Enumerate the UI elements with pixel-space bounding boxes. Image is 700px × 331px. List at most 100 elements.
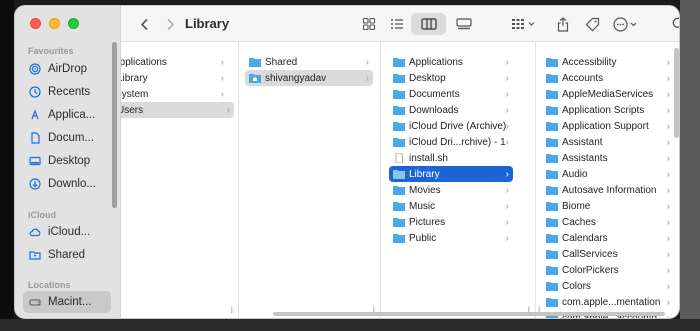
sidebar-item-shared[interactable]: Shared <box>23 244 111 266</box>
column-view-button[interactable] <box>419 13 439 35</box>
file-icon <box>393 153 405 163</box>
column-resize-handle[interactable]: || <box>230 307 232 314</box>
chevron-right-icon: › <box>505 184 509 196</box>
list-item[interactable]: Assistants › <box>546 150 670 166</box>
item-label: Applications <box>121 56 167 68</box>
gallery-view-button[interactable] <box>453 13 475 35</box>
chevron-right-icon: › <box>666 232 670 244</box>
list-item[interactable]: Calendars › <box>546 230 670 246</box>
home-folder-icon <box>249 73 261 83</box>
list-item[interactable]: Autosave Information › <box>546 182 670 198</box>
sidebar-item-downloads[interactable]: Downlo... <box>23 173 111 195</box>
list-item-selected[interactable]: Users › <box>121 102 234 118</box>
sidebar-item-label: Downlo... <box>48 178 96 190</box>
list-item[interactable]: iCloud Drive (Archive) › <box>389 118 513 134</box>
list-item[interactable]: CallServices › <box>546 246 670 262</box>
item-label: Assistants <box>562 152 608 164</box>
item-label: Documents <box>409 88 460 100</box>
shared-folder-icon <box>29 249 41 261</box>
column-scrollbar[interactable] <box>674 48 679 138</box>
list-item[interactable]: System › <box>121 86 224 102</box>
list-item-selected[interactable]: shivangyadav › <box>245 70 373 86</box>
list-item[interactable]: Documents › <box>389 86 513 102</box>
folder-icon <box>546 121 558 131</box>
back-button[interactable] <box>135 13 153 35</box>
list-view-button[interactable] <box>387 13 407 35</box>
sidebar-item-desktop[interactable]: Desktop <box>23 150 111 172</box>
list-item[interactable]: Pictures › <box>389 214 513 230</box>
list-item[interactable]: Applications › <box>121 54 224 70</box>
item-label: Accessibility <box>562 56 617 68</box>
icon-view-button[interactable] <box>359 13 379 35</box>
sidebar-item-recents[interactable]: Recents <box>23 81 111 103</box>
list-item[interactable]: Application Scripts › <box>546 102 670 118</box>
list-item[interactable]: install.sh <box>389 150 513 166</box>
list-item[interactable]: Accounts › <box>546 70 670 86</box>
column-users: Shared › shivangyadav › || <box>239 42 381 318</box>
sidebar-item-applications[interactable]: Applica... <box>23 104 111 126</box>
list-item[interactable]: Applications › <box>389 54 513 70</box>
cloud-icon <box>29 226 41 238</box>
background-bottom <box>0 319 700 331</box>
item-label: Movies <box>409 184 441 196</box>
chevron-right-icon: › <box>666 296 670 308</box>
chevron-right-icon: › <box>505 56 509 68</box>
sidebar-scrollbar[interactable] <box>112 42 117 208</box>
list-item[interactable]: Shared › <box>245 54 373 70</box>
sidebar-item-label: Recents <box>48 86 91 98</box>
sidebar-item-icloud-drive[interactable]: iCloud... <box>23 221 111 243</box>
list-item[interactable]: Biome › <box>546 198 670 214</box>
list-item[interactable]: Downloads › <box>389 102 513 118</box>
list-item-selected[interactable]: Library › <box>389 166 513 182</box>
list-item[interactable]: Public › <box>389 230 513 246</box>
column-library: Accessibility › Accounts › AppleMediaService… <box>536 42 679 318</box>
minimize-button[interactable] <box>49 18 60 29</box>
list-item[interactable]: ColorPickers › <box>546 262 670 278</box>
list-item[interactable]: Accessibility › <box>546 54 670 70</box>
item-label: Colors <box>562 280 591 292</box>
list-item[interactable]: Audio › <box>546 166 670 182</box>
zoom-button[interactable] <box>68 18 79 29</box>
item-label: ColorPickers <box>562 264 619 276</box>
list-item[interactable]: Desktop › <box>389 70 513 86</box>
folder-icon <box>393 169 405 179</box>
folder-icon <box>393 185 405 195</box>
item-label: System <box>121 88 149 100</box>
folder-icon <box>546 297 558 307</box>
list-item[interactable]: Caches › <box>546 214 670 230</box>
list-item[interactable]: Movies › <box>389 182 513 198</box>
item-label: Audio <box>562 168 588 180</box>
applications-icon <box>29 109 41 121</box>
item-label: iCloud Drive (Archive) <box>409 120 507 132</box>
list-item[interactable]: Assistant › <box>546 134 670 150</box>
search-button[interactable] <box>669 13 679 35</box>
folder-icon <box>546 201 558 211</box>
item-label: Application Scripts <box>562 104 645 116</box>
more-actions-button[interactable] <box>611 13 643 35</box>
share-button[interactable] <box>553 13 573 35</box>
window-title: Library <box>185 16 230 31</box>
forward-button[interactable] <box>161 13 179 35</box>
item-label: Music <box>409 200 436 212</box>
folder-icon <box>393 57 405 67</box>
sidebar-item-airdrop[interactable]: AirDrop <box>23 58 111 80</box>
item-label: Desktop <box>409 72 446 84</box>
sidebar-item-macintosh-hd[interactable]: Macint... <box>23 291 111 313</box>
tag-button[interactable] <box>581 13 603 35</box>
list-item[interactable]: Library › <box>121 70 224 86</box>
list-item[interactable]: com.apple...mentation › <box>546 294 670 310</box>
close-button[interactable] <box>30 18 41 29</box>
group-button[interactable] <box>509 13 543 35</box>
list-item[interactable]: Music › <box>389 198 513 214</box>
sidebar: Favourites AirDrop Recents Applica... Do… <box>15 6 121 318</box>
list-item[interactable]: Colors › <box>546 278 670 294</box>
sidebar-item-label: Desktop <box>48 155 91 167</box>
folder-icon <box>546 281 558 291</box>
sidebar-item-documents[interactable]: Docum... <box>23 127 111 149</box>
list-item[interactable]: AppleMediaServices › <box>546 86 670 102</box>
horizontal-scrollbar[interactable] <box>273 312 665 316</box>
list-item[interactable]: Application Support › <box>546 118 670 134</box>
list-item[interactable]: iCloud Dri...rchive) - 1 › <box>389 134 513 150</box>
finder-window: Favourites AirDrop Recents Applica... Do… <box>14 5 680 319</box>
column-home: Applications › Desktop › Documents › Downloads… <box>381 42 536 318</box>
